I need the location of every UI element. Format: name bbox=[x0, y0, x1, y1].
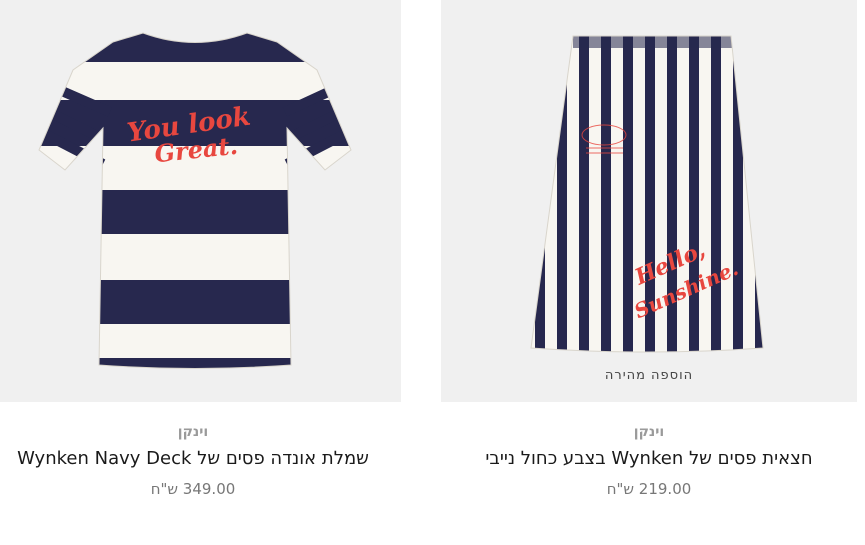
product-brand[interactable]: וינקן bbox=[441, 422, 857, 442]
striped-skirt-image: Hello, Sunshine. bbox=[530, 35, 764, 353]
product-image-dress[interactable]: You look Great. bbox=[0, 0, 401, 402]
product-grid: You look Great. וינקן שמלת אונדה פסים של… bbox=[0, 0, 865, 545]
product-card-dress: You look Great. וינקן שמלת אונדה פסים של… bbox=[0, 0, 401, 545]
product-title[interactable]: חצאית פסים של Wynken בצבע כחול נייבי bbox=[441, 444, 857, 473]
product-title[interactable]: שמלת אונדה פסים של Wynken Navy Deck bbox=[13, 444, 373, 473]
product-info-dress: וינקן שמלת אונדה פסים של Wynken Navy Dec… bbox=[0, 414, 401, 499]
product-brand[interactable]: וינקן bbox=[0, 422, 401, 442]
product-price: 349.00 ש"ח bbox=[150, 480, 236, 498]
product-image-skirt[interactable]: Hello, Sunshine. הוספה מהירה bbox=[441, 0, 857, 402]
product-price: 219.00 ש"ח bbox=[606, 480, 692, 498]
product-info-skirt: וינקן חצאית פסים של Wynken בצבע כחול ניי… bbox=[441, 414, 857, 499]
quick-add-button[interactable]: הוספה מהירה bbox=[441, 368, 857, 383]
striped-dress-image: You look Great. bbox=[38, 32, 352, 369]
product-card-skirt: Hello, Sunshine. הוספה מהירה וינקן חצאית… bbox=[441, 0, 857, 545]
